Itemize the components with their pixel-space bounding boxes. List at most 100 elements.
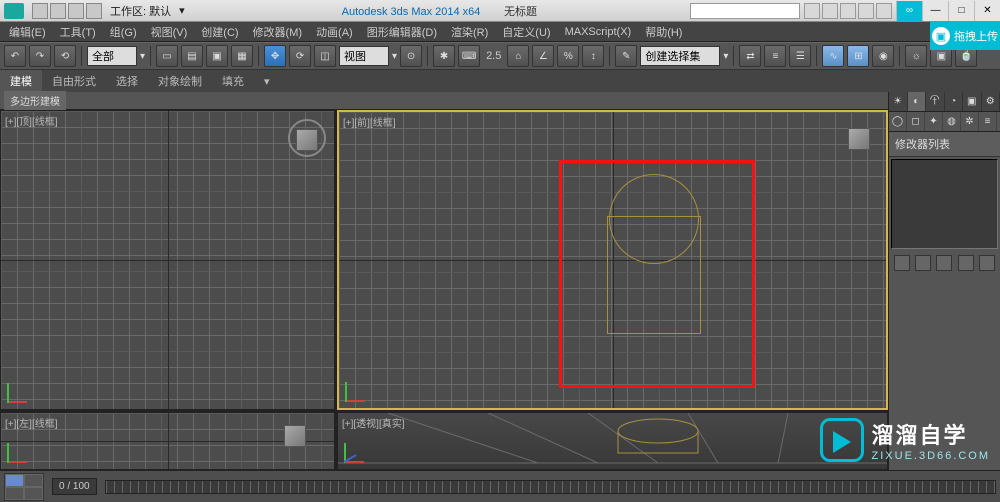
motion-tab-icon[interactable]: ◔ <box>945 92 964 111</box>
tab-freeform[interactable]: 自由形式 <box>42 70 106 92</box>
close-button[interactable]: ✕ <box>974 1 1000 21</box>
subcat-1-icon[interactable]: ◯ <box>889 112 907 131</box>
edit-named-sel-button[interactable]: ✎ <box>615 45 637 67</box>
subcat-6-icon[interactable]: ≡ <box>979 112 997 131</box>
window-crossing-button[interactable]: ▦ <box>231 45 253 67</box>
make-unique-button[interactable] <box>936 255 952 271</box>
menu-animation[interactable]: 动画(A) <box>309 24 360 40</box>
snap-toggle-button[interactable]: ⌂ <box>507 45 529 67</box>
qat-undo-icon[interactable] <box>50 3 66 19</box>
utilities-tab-icon[interactable]: ⚙ <box>982 92 1000 111</box>
workspace-label[interactable]: 工作区: 默认 <box>106 3 175 19</box>
modify-tab-icon[interactable]: ◐ <box>908 92 927 111</box>
viewport-left-label[interactable]: [+][左][线框] <box>5 415 58 430</box>
select-region-button[interactable]: ▣ <box>206 45 228 67</box>
extra-cyan-button[interactable]: ∞ <box>896 1 922 21</box>
rotate-button[interactable]: ⟳ <box>289 45 311 67</box>
link-button[interactable]: ⟲ <box>54 45 76 67</box>
tab-objectpaint[interactable]: 对象绘制 <box>148 70 212 92</box>
menu-modifiers[interactable]: 修改器(M) <box>246 24 310 40</box>
menu-maxscript[interactable]: MAXScript(X) <box>558 26 639 38</box>
ref-coord-dropdown[interactable]: 视图 <box>339 46 389 66</box>
menu-group[interactable]: 组(G) <box>103 24 144 40</box>
help-icon[interactable] <box>876 3 892 19</box>
qat-link-icon[interactable] <box>86 3 102 19</box>
menu-create[interactable]: 创建(C) <box>194 24 245 40</box>
help-search-input[interactable] <box>690 3 800 19</box>
subcat-5-icon[interactable]: ✲ <box>961 112 979 131</box>
favorite-icon[interactable] <box>858 3 874 19</box>
maximize-button[interactable]: □ <box>948 1 974 21</box>
viewport-front-label[interactable]: [+][前][线框] <box>343 114 396 129</box>
subcat-2-icon[interactable]: ◻ <box>907 112 925 131</box>
qat-redo-icon[interactable] <box>68 3 84 19</box>
exchange-icon[interactable] <box>840 3 856 19</box>
create-tab-icon[interactable]: ☀ <box>889 92 908 111</box>
curve-editor-button[interactable]: ∿ <box>822 45 844 67</box>
infocenter-icon[interactable] <box>804 3 820 19</box>
percent-snap-button[interactable]: % <box>557 45 579 67</box>
undo-button[interactable]: ↶ <box>4 45 26 67</box>
menu-customize[interactable]: 自定义(U) <box>495 24 557 40</box>
render-setup-button[interactable]: ☼ <box>905 45 927 67</box>
tab-populate[interactable]: 填充 <box>212 70 254 92</box>
move-button[interactable]: ✥ <box>264 45 286 67</box>
remove-modifier-button[interactable] <box>958 255 974 271</box>
ribbon-panel-label[interactable]: 多边形建模 <box>4 91 66 110</box>
redo-button[interactable]: ↷ <box>29 45 51 67</box>
annotation-rectangle <box>559 160 755 388</box>
viewcube-top[interactable] <box>288 119 326 157</box>
frame-indicator[interactable]: 0 / 100 <box>52 478 97 495</box>
axis-tripod-top <box>7 373 37 403</box>
viewcube-left[interactable] <box>276 417 314 455</box>
mirror-button[interactable]: ⇄ <box>739 45 761 67</box>
select-by-name-button[interactable]: ▤ <box>181 45 203 67</box>
ribbon-extra-icon[interactable]: ▾ <box>254 72 280 91</box>
use-center-button[interactable]: ⊙ <box>400 45 422 67</box>
configure-sets-button[interactable] <box>979 255 995 271</box>
subcat-4-icon[interactable]: ◍ <box>943 112 961 131</box>
menu-rendering[interactable]: 渲染(R) <box>444 24 495 40</box>
menu-help[interactable]: 帮助(H) <box>638 24 689 40</box>
subcat-3-icon[interactable]: ✦ <box>925 112 943 131</box>
spinner-snap-button[interactable]: ↕ <box>582 45 604 67</box>
scale-button[interactable]: ◫ <box>314 45 336 67</box>
selection-filter-dropdown[interactable]: 全部 <box>87 46 137 66</box>
layers-button[interactable]: ☰ <box>789 45 811 67</box>
schematic-view-button[interactable]: ⊞ <box>847 45 869 67</box>
viewcube-front[interactable] <box>840 120 878 158</box>
tab-selection[interactable]: 选择 <box>106 70 148 92</box>
modifier-list-label[interactable]: 修改器列表 <box>889 132 1000 157</box>
select-object-button[interactable]: ▭ <box>156 45 178 67</box>
tab-modeling[interactable]: 建模 <box>0 70 42 92</box>
keyboard-shortcut-button[interactable]: ⌨ <box>458 45 480 67</box>
manipulate-button[interactable]: ✱ <box>433 45 455 67</box>
menu-edit[interactable]: 编辑(E) <box>2 24 53 40</box>
signin-icon[interactable] <box>822 3 838 19</box>
viewport-perspective[interactable]: [+][透视][真实] <box>337 412 888 470</box>
minimize-button[interactable]: — <box>922 1 948 21</box>
menu-tools[interactable]: 工具(T) <box>53 24 103 40</box>
material-editor-button[interactable]: ◉ <box>872 45 894 67</box>
viewport-top[interactable]: [+][顶][线框] <box>0 110 335 410</box>
hierarchy-tab-icon[interactable]: ⯣ <box>926 92 945 111</box>
menu-views[interactable]: 视图(V) <box>144 24 195 40</box>
upload-badge[interactable]: ▣ 拖拽上传 <box>930 22 1000 50</box>
align-button[interactable]: ≡ <box>764 45 786 67</box>
viewport-front[interactable]: [+][前][线框] <box>337 110 888 410</box>
display-tab-icon[interactable]: ▣ <box>963 92 982 111</box>
snap-value: 2.5 <box>483 50 504 62</box>
viewport-top-label[interactable]: [+][顶][线框] <box>5 113 58 128</box>
modifier-stack[interactable] <box>891 159 998 249</box>
viewport-left[interactable]: [+][左][线框] <box>0 412 335 470</box>
viewport-layout-button[interactable] <box>4 473 44 501</box>
pin-stack-button[interactable] <box>894 255 910 271</box>
workspace-dropdown-icon[interactable]: ▾ <box>175 4 189 17</box>
named-selection-dropdown[interactable]: 创建选择集 <box>640 46 720 66</box>
menu-grapheditors[interactable]: 图形编辑器(D) <box>360 24 444 40</box>
qat-save-icon[interactable] <box>32 3 48 19</box>
viewport-persp-label[interactable]: [+][透视][真实] <box>342 415 405 430</box>
angle-snap-button[interactable]: ∠ <box>532 45 554 67</box>
time-slider[interactable] <box>105 480 996 494</box>
show-end-result-button[interactable] <box>915 255 931 271</box>
